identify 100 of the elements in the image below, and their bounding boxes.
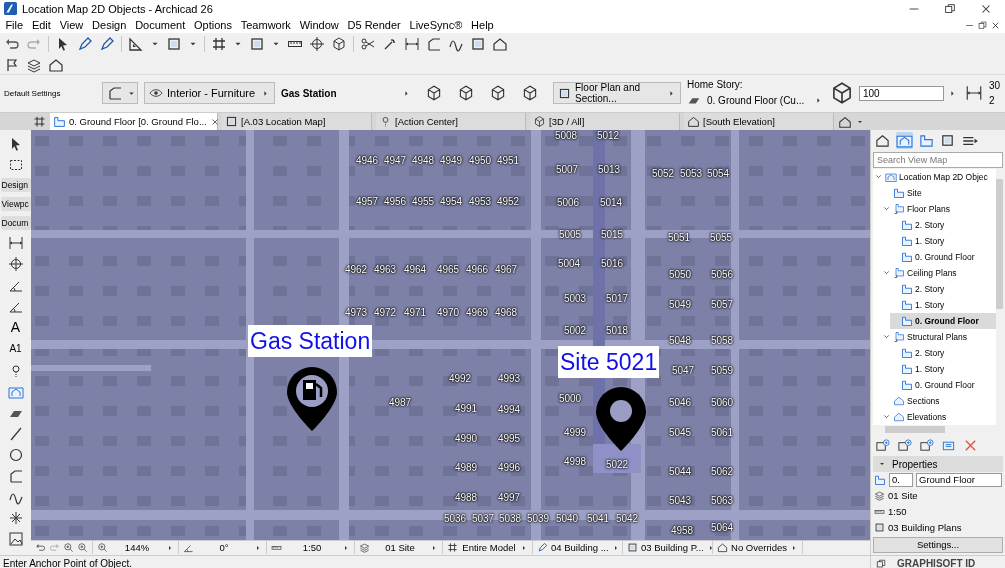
menu-item[interactable]: Teamwork [236, 17, 296, 33]
radial-dimension-tool-icon[interactable] [7, 256, 24, 272]
triangle-ruler-icon[interactable] [128, 36, 144, 52]
view-map-item[interactable]: Floor Plans [882, 200, 996, 217]
toolbox-palette-tab[interactable]: Design [0, 178, 31, 192]
layer-dropdown[interactable]: Interior - Furniture [144, 82, 275, 104]
new-view-icon[interactable] [875, 437, 890, 453]
menu-item[interactable]: LiveSync® [405, 17, 467, 33]
caret-icon[interactable] [814, 95, 823, 105]
view-map-item[interactable]: Ceiling Plans [882, 264, 996, 281]
settings-button[interactable]: Settings... [873, 537, 1003, 554]
dimension-tool-icon[interactable] [7, 235, 24, 251]
windows-icon[interactable] [875, 557, 887, 568]
square-icon[interactable] [470, 36, 486, 52]
label-tool-icon[interactable]: A1 [9, 341, 22, 358]
view-map-item[interactable]: 2. Story [890, 280, 996, 297]
square-icon[interactable] [249, 36, 265, 52]
zone-tool-icon[interactable] [7, 384, 24, 400]
menu-item[interactable]: Design [87, 17, 131, 33]
geometry-icon[interactable] [489, 84, 507, 102]
menu-item[interactable]: Help [466, 17, 499, 33]
model-view-value[interactable]: 03 Building P... [641, 542, 704, 554]
view-tab[interactable]: 0. Ground Floor [0. Ground Flo... [50, 113, 218, 130]
pen-set-value[interactable]: 04 Building ... [551, 542, 609, 554]
view-name-field[interactable]: Ground Floor [916, 472, 1002, 487]
value-field[interactable]: 30 [989, 80, 1001, 91]
menu-item[interactable]: Edit [27, 17, 56, 33]
layer-combination-value[interactable]: 01 Site [373, 542, 427, 554]
menu-item[interactable]: D5 Render [343, 17, 406, 33]
scrollbar[interactable] [996, 168, 1003, 425]
structure-display-value[interactable]: Entire Model [461, 542, 517, 554]
restore-icon[interactable] [977, 19, 988, 31]
view-tab[interactable]: [South Elevation] [684, 113, 834, 130]
caret-icon[interactable] [342, 543, 350, 552]
project-map-icon[interactable] [875, 133, 890, 149]
flag-icon[interactable] [4, 56, 20, 73]
view-id-field[interactable]: 0. [889, 472, 913, 487]
graphisoft-id-label[interactable]: GRAPHISOFT ID [897, 558, 976, 568]
view-map-item[interactable]: 1. Story [890, 232, 996, 249]
view-map-item[interactable]: Sections [882, 392, 996, 409]
polyline-tool-icon[interactable] [7, 468, 24, 484]
view-tab[interactable]: [Action Center] [376, 113, 526, 130]
text-tool-icon[interactable]: A [10, 319, 21, 336]
tab-grid-icon[interactable] [33, 115, 46, 128]
geometry-icon[interactable] [457, 84, 475, 102]
menu-item[interactable]: Document [130, 17, 190, 33]
home-story-value[interactable]: 0. Ground Floor (Cu... [707, 94, 808, 106]
caret-icon[interactable] [790, 543, 798, 552]
caret-icon[interactable] [520, 543, 528, 552]
caret-icon[interactable] [254, 543, 262, 552]
view-map-item[interactable]: Elevations [882, 408, 996, 425]
view-map-item[interactable]: 0. Ground Floor [890, 376, 996, 393]
view-map-item[interactable]: 2. Story [890, 344, 996, 361]
marquee-tool-icon[interactable] [7, 157, 24, 173]
zoom-in-icon[interactable] [63, 542, 74, 554]
properties-header[interactable]: Properties [873, 456, 1003, 473]
caret-icon[interactable] [166, 543, 174, 552]
fit-zoom-icon[interactable] [77, 542, 88, 554]
zoom-value[interactable]: 144% [111, 542, 163, 554]
height-field[interactable]: 100 [859, 85, 944, 101]
view-map-item[interactable]: 0. Ground Floor [890, 312, 996, 329]
view-map-item[interactable]: 1. Story [890, 360, 996, 377]
view-map-item[interactable]: Location Map 2D Objec [874, 168, 996, 185]
angle-value[interactable]: 0° [197, 542, 251, 554]
view-map-item[interactable]: Structural Plans [882, 328, 996, 345]
figure-tool-icon[interactable] [7, 531, 24, 547]
toolbox-palette-tab[interactable]: Docum [0, 216, 31, 230]
house-icon[interactable] [492, 36, 508, 52]
grid-icon[interactable] [211, 36, 227, 52]
favorites-button[interactable] [102, 82, 138, 104]
menu-item[interactable]: View [55, 17, 88, 33]
display-options-icon[interactable] [838, 114, 852, 129]
restore-icon[interactable] [943, 1, 957, 16]
toolbox-palette-tab[interactable]: Viewpc [0, 197, 31, 211]
value-field[interactable]: 2 [989, 95, 1001, 106]
snap-icon[interactable] [309, 36, 325, 52]
view-map-item[interactable]: Site [882, 184, 996, 201]
overrides-value[interactable]: No Overrides [731, 542, 787, 554]
menu-item[interactable]: Window [295, 17, 344, 33]
view-option-dropdown[interactable]: Floor Plan and Section... [553, 82, 681, 104]
geometry-icon[interactable] [425, 84, 443, 102]
layer-combination-value[interactable]: 01 Site [888, 490, 918, 502]
caret-icon[interactable] [430, 543, 438, 552]
circle-tool-icon[interactable] [7, 447, 24, 463]
model-view-value[interactable]: 03 Building Plans [888, 521, 962, 533]
geometry-icon[interactable] [521, 84, 539, 102]
view-map-item[interactable]: 0. Ground Floor [890, 248, 996, 265]
hotspot-tool-icon[interactable] [7, 510, 24, 526]
view-map-icon[interactable] [896, 132, 913, 150]
view-tab[interactable]: [A.03 Location Map] [222, 113, 372, 130]
view-tab[interactable]: [3D / All] [530, 113, 680, 130]
menu-item[interactable]: Options [189, 17, 237, 33]
caret-icon[interactable] [402, 88, 411, 98]
corner-icon[interactable] [426, 36, 442, 52]
view-map-item[interactable]: 1. Story [890, 296, 996, 313]
search-field[interactable]: Search View Map [873, 151, 1003, 168]
undo-zoom-icon[interactable] [35, 542, 46, 554]
caret-icon[interactable] [948, 88, 957, 98]
menu-item[interactable]: File [1, 17, 28, 33]
view-map-item[interactable]: 2. Story [890, 216, 996, 233]
